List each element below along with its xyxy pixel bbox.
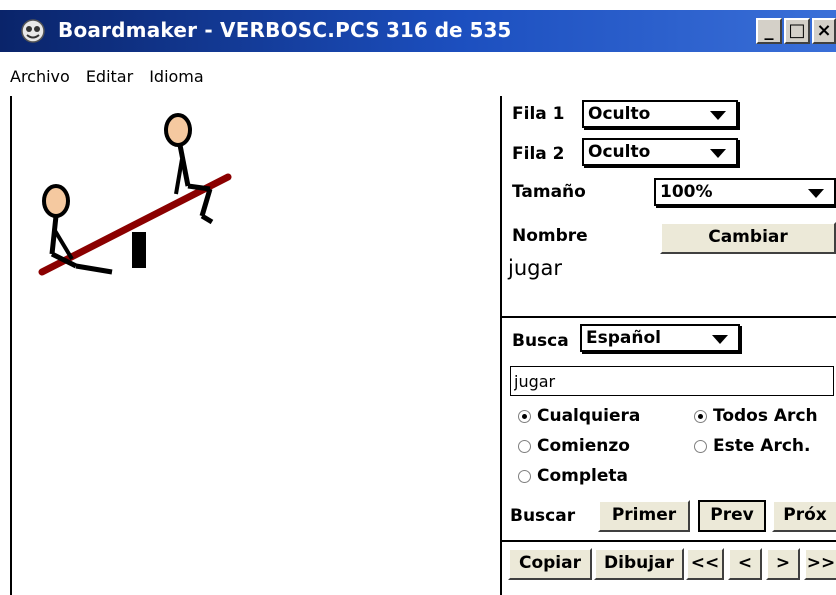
chevron-down-icon	[710, 111, 726, 120]
cambiar-button[interactable]: Cambiar	[660, 222, 836, 254]
next-button[interactable]: >	[766, 548, 800, 580]
fila1-value: Oculto	[588, 104, 651, 124]
dibujar-button[interactable]: Dibujar	[594, 548, 684, 580]
minimize-button[interactable]: _	[756, 18, 782, 44]
primer-button[interactable]: Primer	[598, 500, 690, 532]
busca-label: Busca	[512, 331, 569, 351]
language-value: Español	[586, 328, 661, 348]
section-divider	[502, 316, 836, 318]
prev-button[interactable]: Prev	[698, 500, 766, 532]
maximize-icon: □	[788, 20, 806, 41]
radio-unchecked-icon	[518, 439, 531, 453]
fila2-select[interactable]: Oculto	[582, 138, 738, 166]
copiar-button[interactable]: Copiar	[508, 548, 592, 580]
chevron-down-icon	[712, 335, 728, 344]
radio-unchecked-icon	[694, 439, 707, 453]
close-button[interactable]: ×	[812, 18, 836, 44]
symbol-canvas[interactable]	[10, 96, 500, 595]
fila1-select[interactable]: Oculto	[582, 100, 738, 128]
section-divider	[502, 540, 836, 542]
fila2-value: Oculto	[588, 142, 651, 162]
search-input[interactable]	[510, 366, 834, 396]
symbol-counter: 316 de 535	[386, 18, 512, 42]
menu-idioma[interactable]: Idioma	[149, 67, 204, 86]
close-icon: ×	[816, 20, 832, 41]
radio-checked-icon	[518, 409, 531, 423]
radio-este-arch[interactable]: Este Arch.	[694, 436, 810, 456]
radio-cualquiera[interactable]: Cualquiera	[518, 406, 640, 426]
menu-bar: Archivo Editar Idioma	[0, 60, 836, 92]
chevron-down-icon	[808, 189, 824, 198]
fila1-label: Fila 1	[512, 104, 565, 124]
control-panel: Fila 1 Oculto Fila 2 Oculto Tamaño 100% …	[500, 96, 836, 595]
menu-editar[interactable]: Editar	[86, 67, 133, 86]
radio-unchecked-icon	[518, 469, 531, 483]
tamano-value: 100%	[660, 182, 713, 202]
chevron-down-icon	[710, 149, 726, 158]
radio-completa[interactable]: Completa	[518, 466, 628, 486]
title-bar: Boardmaker - VERBOSC.PCS 316 de 535 _ □ …	[0, 10, 836, 52]
nombre-label: Nombre	[512, 226, 588, 246]
seesaw-symbol-image	[38, 113, 232, 276]
minimize-icon: _	[764, 20, 774, 41]
boardmaker-app-icon	[21, 19, 45, 43]
previous-button[interactable]: <	[728, 548, 762, 580]
tamano-label: Tamaño	[512, 182, 586, 202]
first-button[interactable]: <<	[686, 548, 724, 580]
tamano-select[interactable]: 100%	[654, 178, 836, 206]
last-button[interactable]: >>	[804, 548, 836, 580]
buscar-label: Buscar	[510, 506, 576, 526]
radio-comienzo[interactable]: Comienzo	[518, 436, 630, 456]
radio-checked-icon	[694, 409, 707, 423]
menu-archivo[interactable]: Archivo	[10, 67, 70, 86]
prox-button[interactable]: Próx	[772, 500, 836, 532]
symbol-name-value: jugar	[508, 256, 562, 280]
maximize-button[interactable]: □	[784, 18, 810, 44]
window-title: Boardmaker - VERBOSC.PCS	[58, 18, 380, 42]
fila2-label: Fila 2	[512, 144, 565, 164]
language-select[interactable]: Español	[580, 324, 740, 352]
radio-todos-arch[interactable]: Todos Arch	[694, 406, 818, 426]
